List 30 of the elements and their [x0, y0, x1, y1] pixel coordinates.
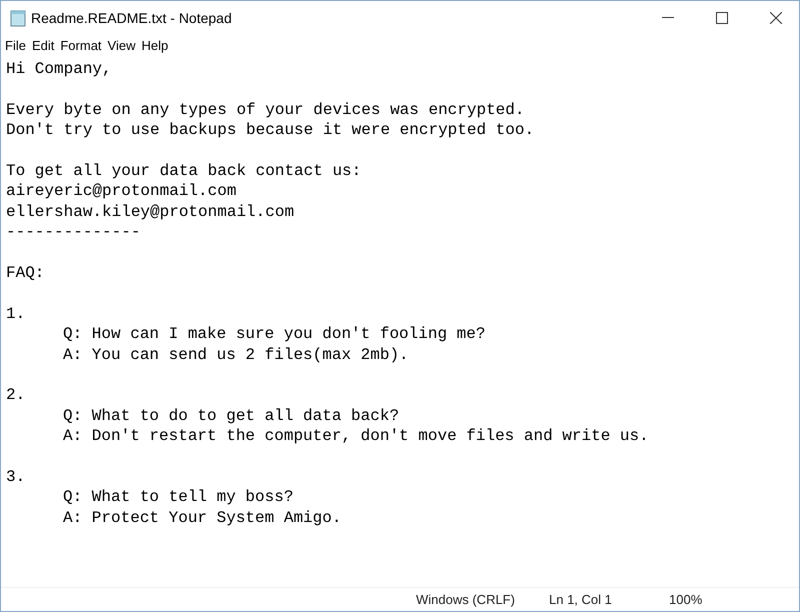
text-line: Hi Company,: [6, 59, 112, 80]
text-line: --------------: [6, 222, 140, 243]
text-line: aireyeric@protonmail.com: [6, 181, 236, 202]
text-line: Don't try to use backups because it were encrypted too.: [6, 120, 534, 141]
text-line: A: Don't restart the computer, don't move files and write us.: [63, 426, 649, 447]
cursor-position: Ln 1, Col 1: [549, 590, 613, 609]
text-line: A: You can send us 2 files(max 2mb).: [63, 344, 409, 366]
text-line: A: Protect Your System Amigo.: [63, 508, 342, 528]
window-title: Readme.README.txt - Notepad: [31, 8, 232, 28]
text-line: Q: What to do to get all data back?: [63, 406, 400, 426]
text-line: 1.: [6, 304, 26, 324]
text-line: Q: How can I make sure you don't fooling me?: [63, 324, 486, 345]
menu-item[interactable]: View: [106, 36, 138, 56]
menu-item[interactable]: Edit: [30, 36, 56, 56]
menu-item[interactable]: Format: [58, 36, 104, 56]
maximize-icon: [716, 12, 728, 24]
minimize-icon: [662, 17, 674, 19]
text-line: Q: What to tell my boss?: [63, 487, 294, 508]
text-line: Every byte on any types of your devices was encrypted.: [6, 100, 524, 120]
text-line: FAQ:: [6, 263, 44, 284]
close-icon: [770, 12, 782, 24]
text-line: To get all your data back contact us:: [6, 161, 362, 182]
text-line: 3.: [6, 467, 26, 488]
text-line: ellershaw.kiley@protonmail.com: [6, 202, 294, 222]
menu-item[interactable]: Help: [139, 36, 170, 56]
line-ending: Windows (CRLF): [416, 590, 516, 609]
text-line: 2.: [6, 385, 26, 406]
notepad-icon: [10, 10, 26, 26]
menu-item[interactable]: File: [3, 36, 28, 56]
zoom-level: 100%: [669, 590, 702, 609]
